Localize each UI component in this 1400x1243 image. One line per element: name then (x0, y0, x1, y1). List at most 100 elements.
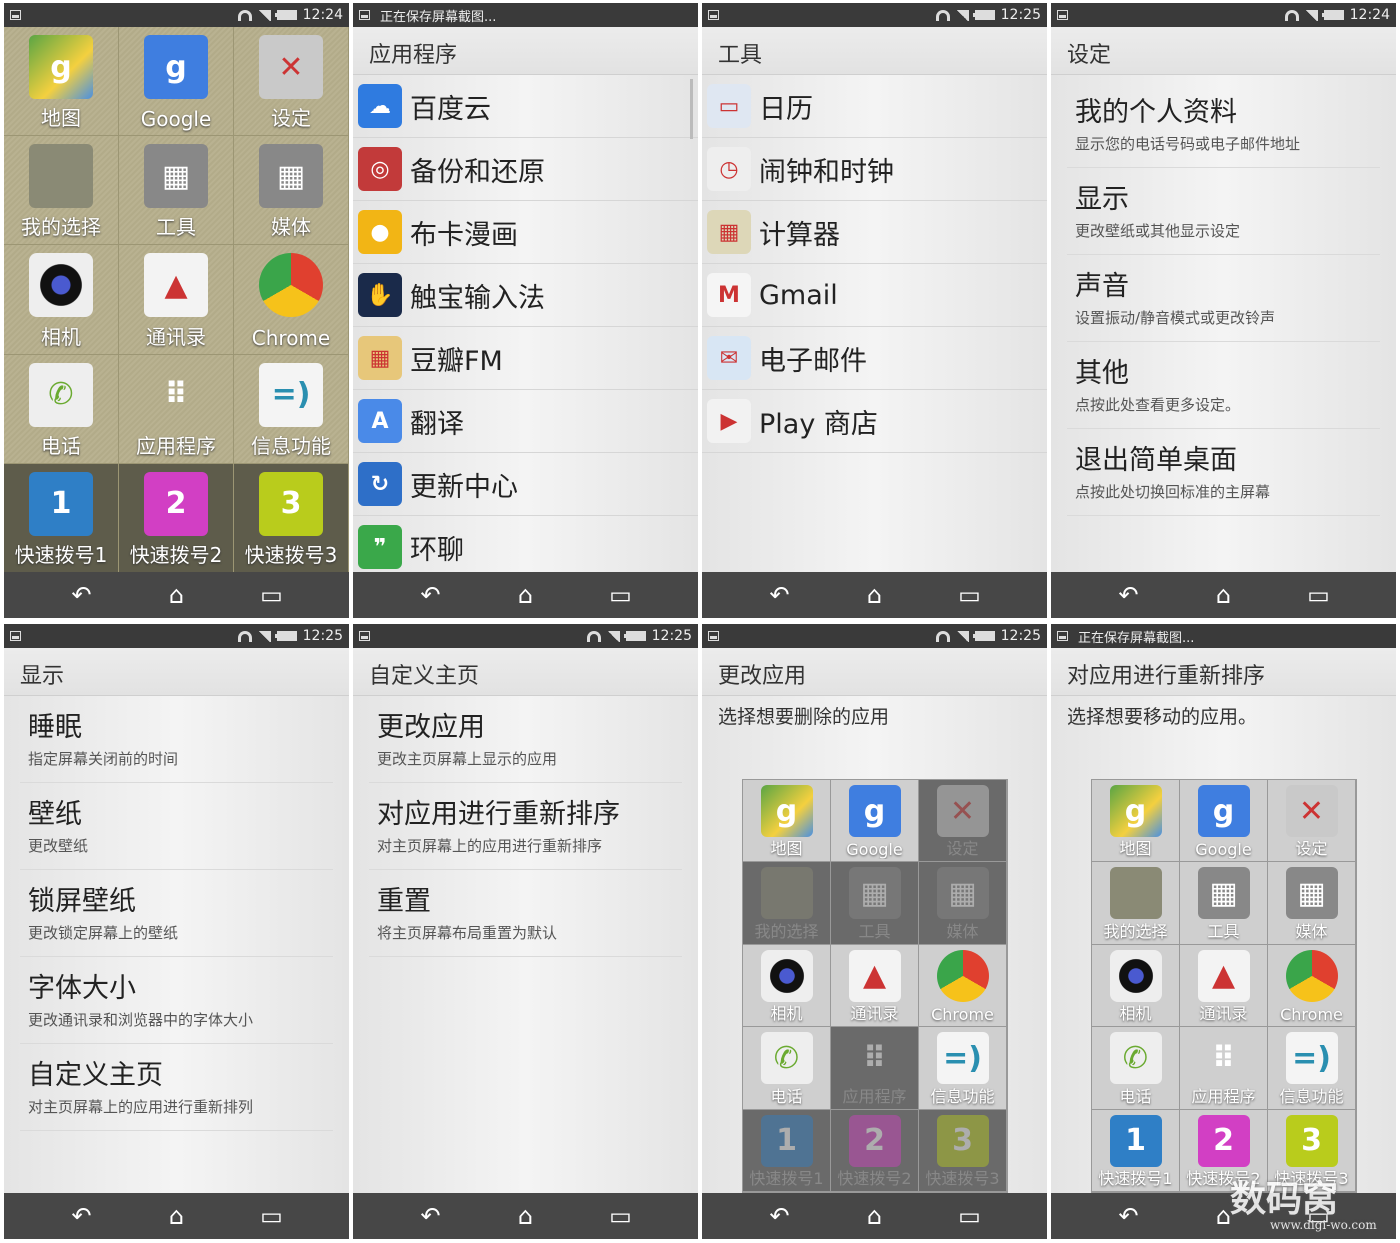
maps-icon: g (760, 785, 813, 837)
home-button[interactable]: ⌂ (1204, 583, 1244, 607)
app-tile-phone[interactable]: ✆ 电话 (1092, 1027, 1180, 1110)
settings-item[interactable]: 自定义主页 对主页屏幕上的应用进行重新排列 (20, 1044, 333, 1131)
app-tile-camera[interactable]: ◉相机 (1092, 944, 1180, 1028)
settings-item[interactable]: 锁屏壁纸 更改锁定屏幕上的壁纸 (20, 870, 333, 957)
recent-apps-button[interactable]: ▭ (950, 1204, 990, 1228)
app-tile-tools[interactable]: ▦ 工具 (831, 862, 919, 945)
app-tile-contacts[interactable]: ▲ 通讯录 (1180, 944, 1268, 1028)
back-button[interactable]: ↶ (62, 1204, 102, 1228)
home-tile-tools[interactable]: ▦ 工具 (119, 136, 234, 246)
home-tile-phone[interactable]: ✆ 电话 (4, 354, 119, 464)
app-tile-messaging[interactable]: =) 信息功能 (1268, 1027, 1356, 1110)
home-tile-media[interactable]: ▦ 媒体 (234, 136, 349, 246)
app-tile-media[interactable]: ▦ 媒体 (919, 862, 1007, 945)
list-item-baidu-cloud[interactable]: ☁ 百度云 (353, 75, 698, 138)
app-tile-settings[interactable]: ✕ 设定 (1268, 780, 1356, 863)
back-button[interactable]: ↶ (411, 583, 451, 607)
list-item-touchpal[interactable]: ✋ 触宝输入法 (353, 264, 698, 327)
home-button[interactable]: ⌂ (506, 583, 546, 607)
settings-item[interactable]: 重置 将主页屏幕布局重置为默认 (369, 870, 682, 957)
list-item-buka[interactable]: ● 布卡漫画 (353, 201, 698, 264)
settings-item[interactable]: 更改应用 更改主页屏幕上显示的应用 (369, 696, 682, 783)
home-tile-dial3[interactable]: 3 快速拨号3 (234, 463, 349, 573)
navigation-bar: ↶ ⌂ ▭ (702, 572, 1047, 618)
list-item-calendar[interactable]: ▭ 日历 (702, 75, 1047, 138)
app-tile-dial1[interactable]: 1 快速拨号1 (743, 1109, 831, 1192)
home-app-grid: g 地图 g Google ✕ 设定我的选择 ▦ 工具 ▦ 媒体 ◉ 相机 ▲ 通讯录 ● Chrome ✆ 电话… (4, 27, 349, 573)
app-tile-dial2[interactable]: 2 快速拨号2 (831, 1109, 919, 1192)
list-item-label: Gmail (759, 279, 838, 311)
app-tile-contacts[interactable]: ▲ 通讯录 (831, 944, 919, 1028)
app-tile-apps[interactable]: ⠿ 应用程序 (831, 1027, 919, 1110)
app-tile-dial3[interactable]: 3 快速拨号3 (919, 1109, 1007, 1192)
editable-app-grid: g 地图 g Google ✕ 设定我的选择 ▦ 工具 ▦ 媒体 ◉相机 ▲ 通讯录 ● Chrome ✆ 电话… (1091, 779, 1357, 1193)
settings-item[interactable]: 退出简单桌面 点按此处切换回标准的主屏幕 (1067, 429, 1380, 516)
list-item-douban-fm[interactable]: ▦ 豆瓣FM (353, 327, 698, 390)
back-button[interactable]: ↶ (411, 1204, 451, 1228)
list-item-backup[interactable]: ◎ 备份和还原 (353, 138, 698, 201)
list-item-update[interactable]: ↻ 更新中心 (353, 453, 698, 516)
scrollbar[interactable] (690, 79, 693, 139)
app-tile-maps[interactable]: g 地图 (1092, 780, 1180, 863)
settings-item[interactable]: 我的个人资料 显示您的电话号码或电子邮件地址 (1067, 81, 1380, 168)
back-button[interactable]: ↶ (1109, 583, 1149, 607)
recent-apps-button[interactable]: ▭ (1299, 583, 1339, 607)
list-item-play-store[interactable]: ▶ Play 商店 (702, 390, 1047, 453)
recent-apps-button[interactable]: ▭ (601, 583, 641, 607)
list-item-hangouts[interactable]: ❞ 环聊 (353, 516, 698, 579)
home-tile-messaging[interactable]: =) 信息功能 (234, 354, 349, 464)
recent-apps-button[interactable]: ▭ (950, 583, 990, 607)
back-button[interactable]: ↶ (760, 583, 800, 607)
home-tile-google[interactable]: g Google (119, 27, 234, 137)
app-tile-media[interactable]: ▦ 媒体 (1268, 862, 1356, 945)
app-tile-tools[interactable]: ▦ 工具 (1180, 862, 1268, 945)
app-tile-messaging[interactable]: =) 信息功能 (919, 1027, 1007, 1110)
app-tile-phone[interactable]: ✆ 电话 (743, 1027, 831, 1110)
app-tile-chrome[interactable]: ● Chrome (919, 944, 1007, 1028)
back-button[interactable]: ↶ (760, 1204, 800, 1228)
recent-apps-button[interactable]: ▭ (252, 583, 292, 607)
app-tile-blank[interactable]: 我的选择 (743, 862, 831, 945)
list-item-email[interactable]: ✉ 电子邮件 (702, 327, 1047, 390)
home-tile-dial2[interactable]: 2 快速拨号2 (119, 463, 234, 573)
home-tile-contacts[interactable]: ▲ 通讯录 (119, 245, 234, 355)
app-tile-chrome[interactable]: ● Chrome (1268, 944, 1356, 1028)
recent-apps-button[interactable]: ▭ (252, 1204, 292, 1228)
home-button[interactable]: ⌂ (855, 1204, 895, 1228)
settings-item[interactable]: 其他 点按此处查看更多设定。 (1067, 342, 1380, 429)
home-tile-maps[interactable]: g 地图 (4, 27, 119, 137)
recent-apps-button[interactable]: ▭ (601, 1204, 641, 1228)
back-button[interactable]: ↶ (1109, 1204, 1149, 1228)
settings-item[interactable]: 声音 设置振动/静音模式或更改铃声 (1067, 255, 1380, 342)
home-tile-chrome[interactable]: ● Chrome (234, 245, 349, 355)
app-tile-settings[interactable]: ✕ 设定 (919, 780, 1007, 863)
home-button[interactable]: ⌂ (157, 1204, 197, 1228)
home-button[interactable]: ⌂ (855, 583, 895, 607)
home-tile-dial1[interactable]: 1 快速拨号1 (4, 463, 119, 573)
app-tile-blank[interactable]: 我的选择 (1092, 862, 1180, 945)
home-tile-apps[interactable]: ⠿ 应用程序 (119, 354, 234, 464)
home-tile-blank[interactable]: 我的选择 (4, 136, 119, 246)
list-item-gmail[interactable]: M Gmail (702, 264, 1047, 327)
settings-item[interactable]: 字体大小 更改通讯录和浏览器中的字体大小 (20, 957, 333, 1044)
app-tile-dial1[interactable]: 1 快速拨号1 (1092, 1109, 1180, 1192)
home-button[interactable]: ⌂ (157, 583, 197, 607)
app-tile-maps[interactable]: g 地图 (743, 780, 831, 863)
home-button[interactable]: ⌂ (506, 1204, 546, 1228)
home-tile-camera[interactable]: ◉ 相机 (4, 245, 119, 355)
settings-item[interactable]: 壁纸 更改壁纸 (20, 783, 333, 870)
list-item-calculator[interactable]: ▦ 计算器 (702, 201, 1047, 264)
back-button[interactable]: ↶ (62, 583, 102, 607)
settings-item[interactable]: 对应用进行重新排序 对主页屏幕上的应用进行重新排序 (369, 783, 682, 870)
google-icon: g (144, 35, 208, 99)
app-tile-apps[interactable]: ⠿ 应用程序 (1180, 1027, 1268, 1110)
home-tile-settings[interactable]: ✕ 设定 (234, 27, 349, 137)
settings-item[interactable]: 睡眠 指定屏幕关闭前的时间 (20, 696, 333, 783)
app-tile-google[interactable]: g Google (1180, 780, 1268, 863)
app-tile-google[interactable]: g Google (831, 780, 919, 863)
list-item-translate[interactable]: A 翻译 (353, 390, 698, 453)
app-tile-camera[interactable]: ◉相机 (743, 944, 831, 1028)
list-item-clock[interactable]: ◷ 闹钟和时钟 (702, 138, 1047, 201)
settings-item[interactable]: 显示 更改壁纸或其他显示设定 (1067, 168, 1380, 255)
watermark-name: 数码窝 (1230, 1178, 1339, 1220)
